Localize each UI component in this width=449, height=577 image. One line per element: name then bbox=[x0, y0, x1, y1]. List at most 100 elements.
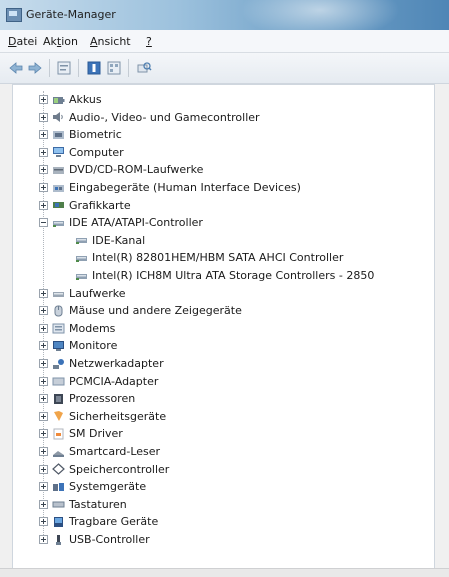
menu-datei[interactable]: Datei bbox=[8, 35, 37, 48]
tree-item-label: SM Driver bbox=[69, 427, 123, 441]
tree-item-label: Intel(R) ICH8M Ultra ATA Storage Control… bbox=[92, 269, 375, 282]
menu-bar: Datei Aktion Ansicht ? bbox=[0, 30, 449, 53]
tree-category[interactable]: Tastaturen bbox=[39, 496, 127, 513]
monitor-icon bbox=[52, 340, 65, 352]
tree-device[interactable]: IDE-Kanal bbox=[75, 232, 145, 249]
expand-icon[interactable] bbox=[39, 517, 48, 527]
expand-icon[interactable] bbox=[39, 376, 48, 386]
expand-icon[interactable] bbox=[39, 183, 48, 192]
scan-icon[interactable] bbox=[136, 60, 152, 76]
status-bar bbox=[0, 568, 449, 577]
menu-ansicht-mnemonic: A bbox=[90, 35, 98, 48]
tree-category[interactable]: Biometric bbox=[39, 126, 122, 143]
expand-icon[interactable] bbox=[39, 200, 48, 210]
device-tree: Akkus Audio-, Video- und Gamecontroller Bi… bbox=[12, 84, 435, 569]
biometric-icon bbox=[52, 129, 65, 141]
tree-category[interactable]: Audio-, Video- und Gamecontroller bbox=[39, 109, 260, 126]
processor-icon bbox=[52, 393, 65, 405]
tree-category[interactable]: Speichercontroller bbox=[39, 461, 169, 478]
menu-help-label: ? bbox=[146, 35, 152, 48]
tree-category[interactable]: USB-Controller bbox=[39, 531, 150, 548]
tree-category[interactable]: Akkus bbox=[39, 91, 102, 108]
expand-icon[interactable] bbox=[39, 482, 48, 492]
expand-icon[interactable] bbox=[39, 411, 48, 421]
tree-item-label: Computer bbox=[69, 145, 124, 159]
toolbar-separator bbox=[49, 59, 50, 77]
tree-category[interactable]: Smartcard-Leser bbox=[39, 443, 160, 460]
tree-category[interactable]: PCMCIA-Adapter bbox=[39, 373, 158, 390]
expand-icon[interactable] bbox=[39, 341, 48, 351]
forward-icon[interactable] bbox=[27, 60, 43, 76]
expand-icon[interactable] bbox=[39, 535, 48, 544]
tree-item-label: Audio-, Video- und Gamecontroller bbox=[69, 110, 260, 124]
ide-controller-icon bbox=[75, 234, 88, 246]
tree-item-label: Netzwerkadapter bbox=[69, 357, 164, 370]
tree-category[interactable]: SM Driver bbox=[39, 425, 123, 442]
back-icon[interactable] bbox=[8, 60, 24, 76]
menu-ansicht[interactable]: Ansicht bbox=[90, 35, 131, 48]
expand-icon[interactable] bbox=[39, 359, 48, 368]
expand-icon[interactable] bbox=[39, 499, 48, 509]
tree-item-label: Tastaturen bbox=[69, 497, 127, 511]
collapse-icon[interactable] bbox=[39, 218, 48, 228]
menu-aktion-rest: ion bbox=[61, 35, 78, 48]
tree-device[interactable]: Intel(R) ICH8M Ultra ATA Storage Control… bbox=[75, 267, 374, 284]
title-bar[interactable]: Geräte-Manager bbox=[0, 0, 449, 40]
view-icon[interactable] bbox=[106, 60, 122, 76]
expand-icon[interactable] bbox=[39, 112, 48, 122]
tree-category[interactable]: Mäuse und andere Zeigegeräte bbox=[39, 302, 242, 319]
toolbar-separator bbox=[78, 59, 79, 77]
menu-help[interactable]: ? bbox=[146, 35, 152, 48]
tree-category[interactable]: DVD/CD-ROM-Laufwerke bbox=[39, 161, 203, 178]
tree-item-label: Prozessoren bbox=[69, 392, 136, 406]
tree-device[interactable]: Intel(R) 82801HEM/HBM SATA AHCI Controll… bbox=[75, 249, 343, 266]
help-icon[interactable] bbox=[86, 60, 102, 76]
expand-icon[interactable] bbox=[39, 147, 48, 157]
dvd-icon bbox=[52, 164, 65, 176]
usb-icon bbox=[52, 534, 65, 546]
window-title: Geräte-Manager bbox=[26, 8, 116, 21]
ide-controller-icon bbox=[52, 217, 65, 229]
pcmcia-icon bbox=[52, 375, 65, 387]
tree-item-label: DVD/CD-ROM-Laufwerke bbox=[69, 163, 204, 177]
device-manager-window: Geräte-Manager Datei Aktion Ansicht ? Ak… bbox=[0, 0, 449, 577]
menu-aktion[interactable]: Aktion bbox=[43, 35, 78, 48]
properties-icon[interactable] bbox=[56, 60, 72, 76]
tree-category[interactable]: Monitore bbox=[39, 337, 117, 354]
expand-icon[interactable] bbox=[39, 288, 48, 298]
network-icon bbox=[52, 358, 65, 370]
tree-item-label: Laufwerke bbox=[69, 286, 126, 300]
expand-icon[interactable] bbox=[39, 95, 48, 104]
expand-icon[interactable] bbox=[39, 323, 48, 333]
menu-datei-rest: atei bbox=[16, 35, 38, 48]
expand-icon[interactable] bbox=[39, 306, 48, 316]
expand-icon[interactable] bbox=[39, 464, 48, 474]
tree-category[interactable]: IDE ATA/ATAPI-Controller bbox=[39, 214, 203, 231]
smartcard-icon bbox=[52, 446, 65, 458]
tree-category[interactable]: Eingabegeräte (Human Interface Devices) bbox=[39, 179, 301, 196]
keyboard-icon bbox=[52, 498, 65, 510]
expand-icon[interactable] bbox=[39, 394, 48, 404]
audio-icon bbox=[52, 111, 65, 123]
tree-category[interactable]: Sicherheitsgeräte bbox=[39, 408, 166, 425]
ide-controller-icon bbox=[75, 252, 88, 264]
tree-category[interactable]: Laufwerke bbox=[39, 285, 126, 302]
expand-icon[interactable] bbox=[39, 165, 48, 175]
tree-category[interactable]: Modems bbox=[39, 320, 115, 337]
ide-controller-icon bbox=[75, 270, 88, 282]
expand-icon[interactable] bbox=[39, 130, 48, 140]
tree-category[interactable]: Grafikkarte bbox=[39, 197, 131, 214]
tree-item-label: Sicherheitsgeräte bbox=[69, 409, 167, 423]
disk-drive-icon bbox=[52, 287, 65, 299]
expand-icon[interactable] bbox=[39, 429, 48, 439]
tree-category[interactable]: Tragbare Geräte bbox=[39, 513, 158, 530]
tree-category[interactable]: Systemgeräte bbox=[39, 478, 146, 495]
expand-icon[interactable] bbox=[39, 447, 48, 456]
tree-item-label: IDE ATA/ATAPI-Controller bbox=[69, 216, 203, 230]
tree-item-label: IDE-Kanal bbox=[92, 233, 146, 247]
toolbar bbox=[0, 53, 449, 84]
tree-category[interactable]: Netzwerkadapter bbox=[39, 355, 164, 372]
menu-ansicht-rest: nsicht bbox=[97, 35, 131, 48]
tree-category[interactable]: Computer bbox=[39, 144, 124, 161]
tree-category[interactable]: Prozessoren bbox=[39, 390, 135, 407]
